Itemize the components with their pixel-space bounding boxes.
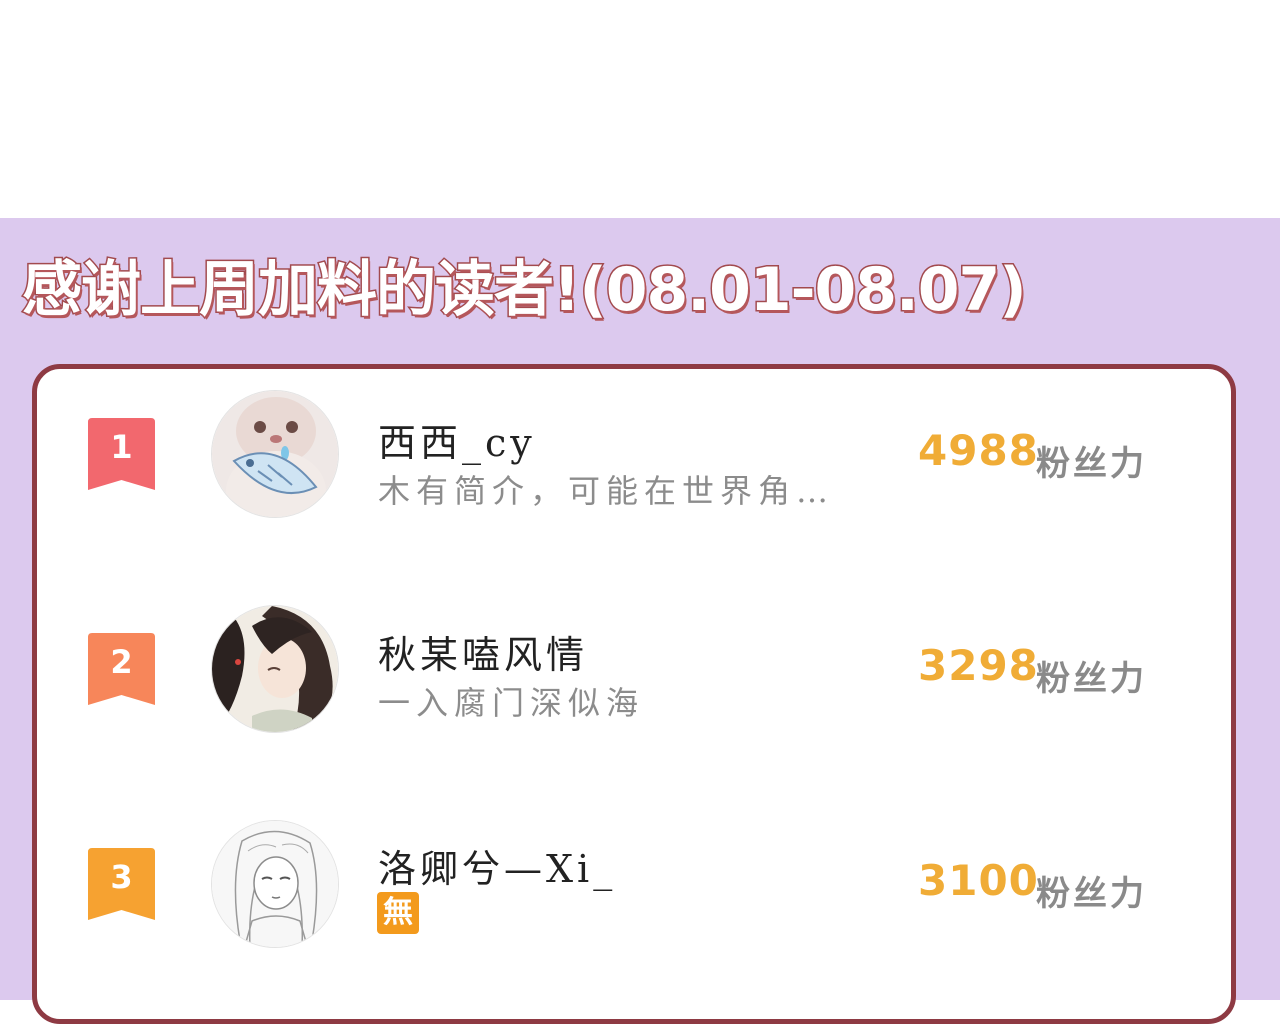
- fan-score: 3100: [918, 856, 1039, 905]
- top-blank-area: [0, 0, 1280, 218]
- page-title: 感谢上周加料的读者!(08.01-08.07): [21, 254, 1029, 327]
- user-bio: 木有简介，可能在世界角…: [378, 472, 835, 510]
- user-avatar[interactable]: [211, 390, 339, 518]
- rank-number: 2: [110, 643, 133, 681]
- sketch-girl-avatar-icon: [212, 821, 338, 947]
- fan-score: 4988: [918, 426, 1039, 475]
- rank-number: 1: [110, 428, 133, 466]
- user-bio: 一入腐门深似海: [378, 684, 645, 722]
- fan-score-unit: 粉丝力: [1036, 444, 1147, 484]
- user-avatar[interactable]: [211, 605, 339, 733]
- user-badge: 無: [377, 892, 419, 934]
- user-name[interactable]: 洛卿兮—Xi_: [378, 838, 616, 893]
- rank-ribbon-2: 2: [88, 633, 155, 705]
- user-name[interactable]: 秋某嗑风情: [378, 624, 588, 679]
- user-avatar[interactable]: [211, 820, 339, 948]
- user-name[interactable]: 西西_cy: [378, 412, 536, 467]
- rank-ribbon-3: 3: [88, 848, 155, 920]
- rank-number: 3: [110, 858, 133, 896]
- long-hair-character-avatar-icon: [212, 606, 338, 732]
- fan-score: 3298: [918, 641, 1039, 690]
- fan-score-unit: 粉丝力: [1036, 874, 1147, 914]
- cat-holding-fish-avatar-icon: [212, 391, 338, 517]
- rank-ribbon-1: 1: [88, 418, 155, 490]
- fan-score-unit: 粉丝力: [1036, 659, 1147, 699]
